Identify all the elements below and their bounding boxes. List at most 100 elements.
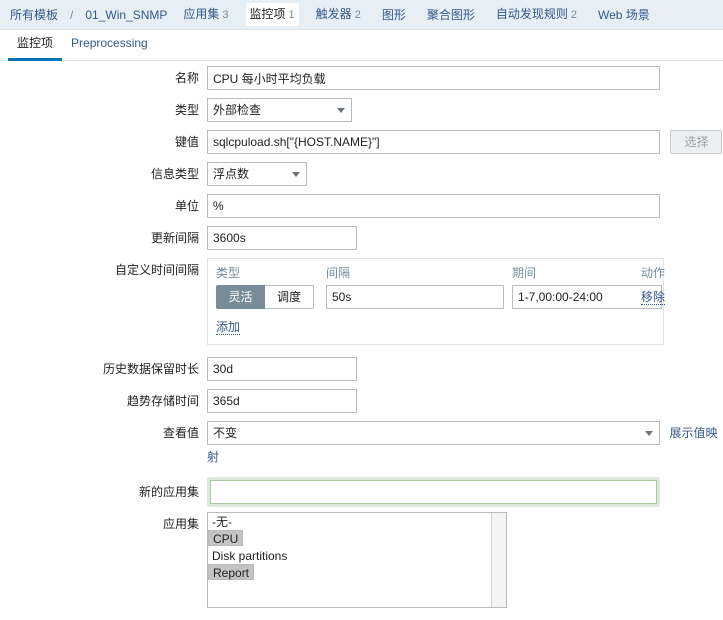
- chevron-down-icon: [337, 108, 345, 113]
- value-type-select[interactable]: 浮点数: [207, 162, 307, 186]
- applications-listbox[interactable]: -无- CPU Disk partitions Report: [207, 512, 507, 608]
- history-input[interactable]: [207, 357, 357, 381]
- custom-interval-row: 灵活 调度 移除: [216, 285, 665, 309]
- trends-label: 趋势存储时间: [126, 394, 199, 408]
- key-field-wrap: 选择: [207, 130, 723, 154]
- form-row-custom-intervals: 自定义时间间隔 类型 间隔 期间 动作 灵活 调度 50s 1-7,00:00-…: [0, 258, 723, 345]
- show-value-label: 查看值: [162, 426, 199, 440]
- name-field-wrap: [207, 66, 723, 90]
- custom-intervals-add-link[interactable]: 添加: [216, 320, 241, 335]
- applications-label: 应用集: [162, 517, 199, 531]
- nav-item-items-label: 监控项: [249, 7, 286, 21]
- new-application-field-wrap: [207, 477, 723, 507]
- key-input[interactable]: [207, 130, 660, 154]
- units-field-wrap: [207, 194, 723, 218]
- application-option-report[interactable]: Report: [208, 564, 255, 580]
- type-select-value: 外部检查: [213, 103, 262, 117]
- application-option-none[interactable]: -无-: [208, 514, 491, 530]
- custom-interval-type-scheduling-button[interactable]: 调度: [265, 285, 314, 309]
- application-option-cpu[interactable]: CPU: [208, 530, 244, 546]
- nav-item-applications[interactable]: 应用集 3: [179, 3, 232, 26]
- nav-item-items-count: 1: [288, 9, 295, 21]
- custom-intervals-label: 自定义时间间隔: [114, 263, 199, 277]
- form-row-show-value: 查看值 不变 展示值映射: [0, 421, 723, 469]
- update-interval-label: 更新间隔: [150, 231, 199, 245]
- breadcrumb-all-templates-link[interactable]: 所有模板: [8, 5, 60, 25]
- show-value-select[interactable]: 不变: [207, 421, 660, 445]
- nav-item-screens-label: 聚合图形: [426, 7, 475, 22]
- history-field-wrap: [207, 357, 723, 381]
- breadcrumb-nav-bar: 所有模板 / 01_Win_SNMP 应用集 3 监控项 1 触发器 2 图形 聚合图…: [0, 0, 723, 30]
- name-input[interactable]: [207, 66, 660, 90]
- custom-intervals-header-row: 类型 间隔 期间 动作: [216, 264, 665, 285]
- nav-item-screens[interactable]: 聚合图形: [423, 4, 479, 26]
- new-application-input[interactable]: [210, 480, 657, 504]
- trends-field-wrap: [207, 389, 723, 413]
- form-row-name: 名称: [0, 66, 723, 90]
- show-value-field-wrap: 不变 展示值映射: [207, 421, 723, 469]
- custom-interval-type-cell: 灵活 调度: [216, 285, 326, 309]
- key-select-button[interactable]: 选择: [670, 130, 723, 154]
- type-field-wrap: 外部检查: [207, 98, 723, 122]
- nav-item-web-scenarios[interactable]: Web 场景: [594, 4, 654, 26]
- nav-item-triggers-label: 触发器: [315, 7, 352, 21]
- nav-item-items[interactable]: 监控项 1: [245, 3, 299, 26]
- custom-interval-interval-input[interactable]: [326, 285, 504, 309]
- chevron-down-icon: [645, 431, 653, 436]
- custom-intervals-header-action: 动作: [640, 266, 665, 280]
- custom-intervals-header-period: 期间: [512, 266, 537, 280]
- type-select[interactable]: 外部检查: [207, 98, 352, 122]
- application-option-disk-partitions[interactable]: Disk partitions: [208, 548, 491, 564]
- new-application-label: 新的应用集: [138, 485, 199, 499]
- custom-interval-interval-cell: [326, 285, 512, 309]
- custom-intervals-header-interval: 间隔: [326, 266, 351, 280]
- units-input[interactable]: [207, 194, 660, 218]
- value-type-label: 信息类型: [150, 167, 199, 181]
- custom-interval-type-flexible-button[interactable]: 灵活: [216, 285, 265, 309]
- trends-input[interactable]: [207, 389, 357, 413]
- form-row-type: 类型 外部检查: [0, 98, 723, 122]
- form-row-key: 键值 选择: [0, 130, 723, 154]
- form-row-applications: 应用集 -无- CPU Disk partitions Report: [0, 512, 723, 608]
- custom-interval-action-cell: 移除: [627, 288, 665, 306]
- nav-item-discovery-rules[interactable]: 自动发现规则 2: [492, 3, 581, 26]
- nav-item-applications-count: 3: [222, 9, 229, 21]
- new-application-focus-ring: [207, 477, 660, 507]
- custom-intervals-add-row: 添加: [216, 309, 655, 336]
- form-tab-bar: 监控项 Preprocessing: [0, 31, 723, 61]
- applications-scrollbar[interactable]: [491, 513, 506, 607]
- nav-item-discovery-rules-label: 自动发现规则: [495, 7, 568, 21]
- nav-item-graphs-label: 图形: [381, 7, 406, 22]
- custom-interval-type-toggle[interactable]: 灵活 调度: [216, 285, 314, 309]
- nav-item-discovery-rules-count: 2: [570, 9, 577, 21]
- nav-item-web-scenarios-label: Web 场景: [597, 7, 650, 22]
- nav-item-triggers[interactable]: 触发器 2: [312, 3, 365, 26]
- breadcrumb-separator: /: [70, 7, 74, 22]
- custom-intervals-field-wrap: 类型 间隔 期间 动作 灵活 调度 50s 1-7,00:00-24:00 移除…: [207, 258, 723, 345]
- nav-item-graphs[interactable]: 图形: [378, 4, 410, 26]
- update-interval-input[interactable]: [207, 226, 357, 250]
- value-type-select-value: 浮点数: [213, 167, 250, 181]
- custom-intervals-box: 类型 间隔 期间 动作 灵活 调度 50s 1-7,00:00-24:00 移除…: [207, 258, 665, 345]
- item-form: 名称 类型 外部检查 键值 选择 信息类型 浮点数: [0, 66, 723, 616]
- applications-options: -无- CPU Disk partitions Report: [208, 514, 491, 582]
- show-value-select-value: 不变: [213, 426, 238, 440]
- tab-preprocessing[interactable]: Preprocessing: [62, 31, 157, 61]
- type-label: 类型: [174, 103, 199, 117]
- history-label: 历史数据保留时长: [102, 362, 199, 376]
- key-label: 键值: [174, 135, 199, 149]
- form-row-units: 单位: [0, 194, 723, 218]
- value-type-field-wrap: 浮点数: [207, 162, 723, 186]
- form-row-history: 历史数据保留时长: [0, 357, 723, 381]
- update-interval-field-wrap: [207, 226, 723, 250]
- form-row-value-type: 信息类型 浮点数: [0, 162, 723, 186]
- custom-interval-remove-link[interactable]: 移除: [640, 290, 665, 305]
- chevron-down-icon: [292, 172, 300, 177]
- name-label: 名称: [174, 71, 199, 85]
- form-row-new-application: 新的应用集: [0, 477, 723, 507]
- custom-intervals-header-type: 类型: [216, 266, 241, 280]
- nav-item-triggers-count: 2: [354, 9, 361, 21]
- nav-item-applications-label: 应用集: [183, 7, 220, 21]
- breadcrumb-template-link[interactable]: 01_Win_SNMP: [83, 5, 169, 25]
- tab-item[interactable]: 监控项: [8, 31, 63, 61]
